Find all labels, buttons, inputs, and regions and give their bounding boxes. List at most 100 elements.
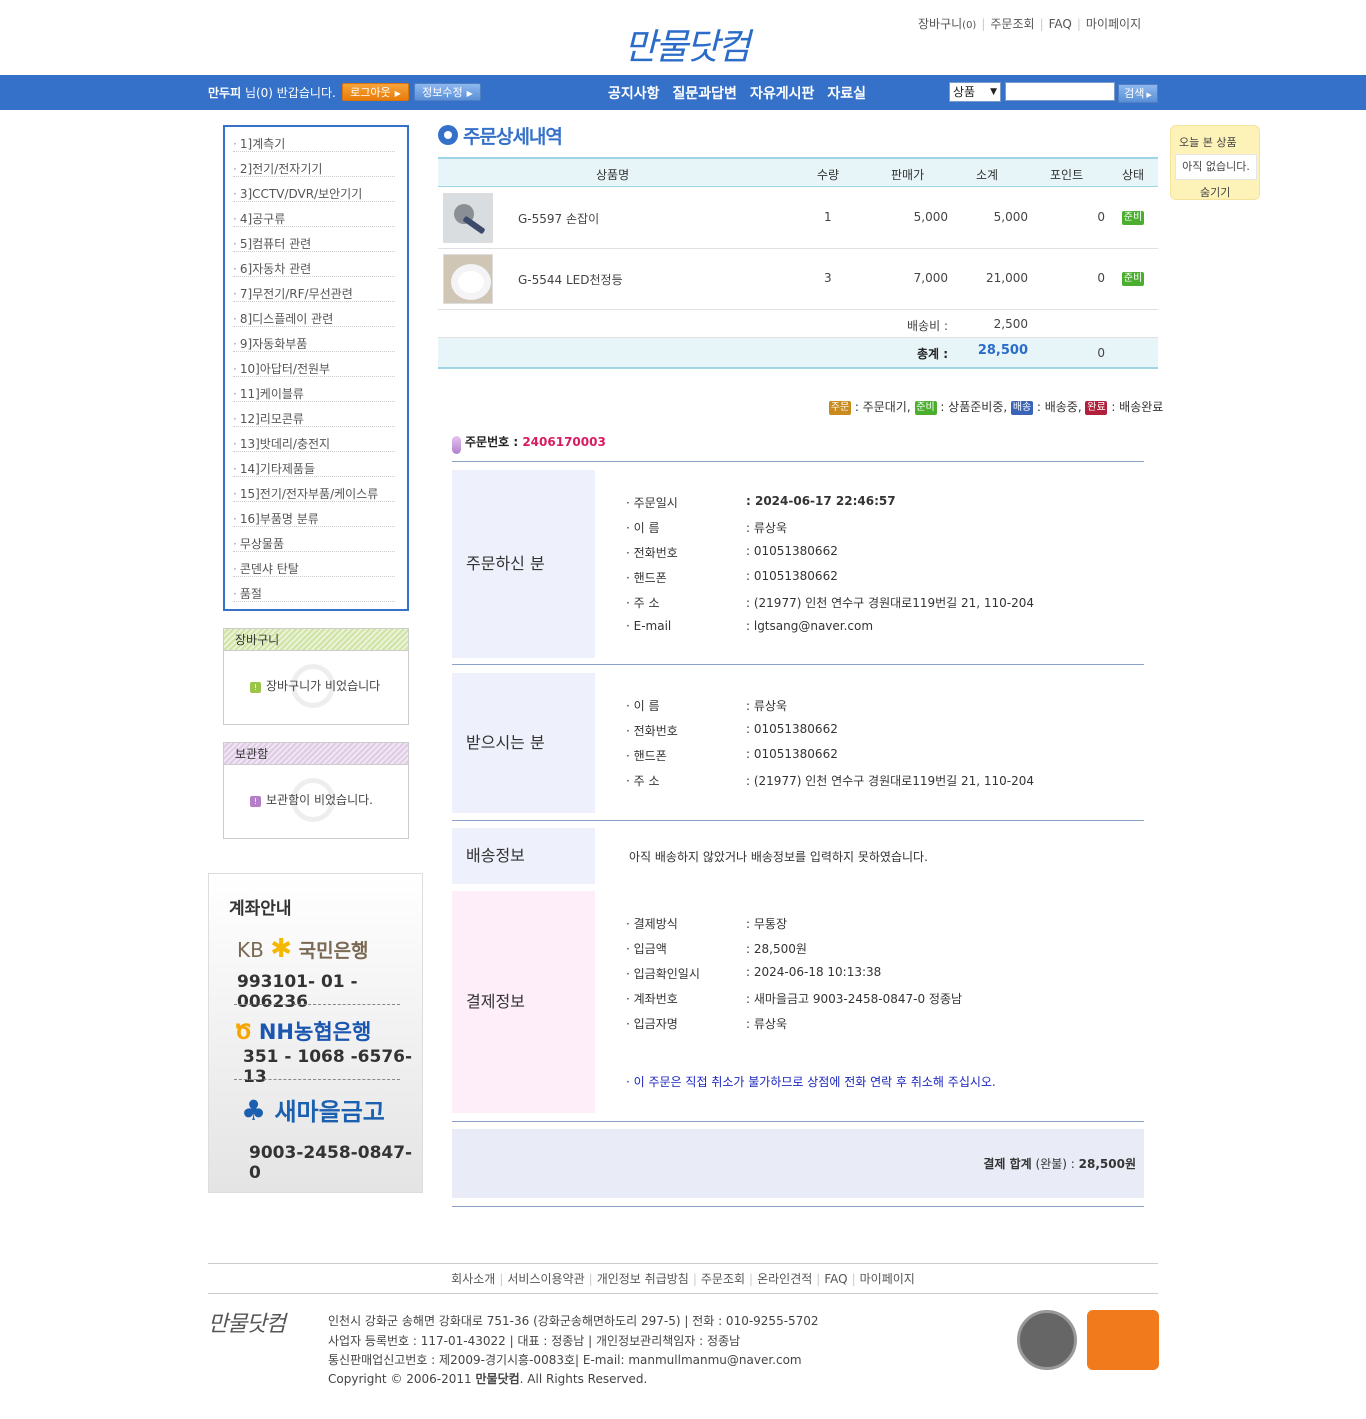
- divider: [234, 1079, 400, 1080]
- category-item[interactable]: · 9]자동화부품: [233, 327, 395, 352]
- footer-link[interactable]: 개인정보 취급방침: [597, 1272, 689, 1286]
- menu-archive[interactable]: 자료실: [827, 86, 866, 102]
- divider: [234, 1004, 400, 1005]
- menu-free-board[interactable]: 자유게시판: [750, 86, 814, 102]
- category-item[interactable]: · 3]CCTV/DVR/보안기기: [233, 177, 395, 202]
- mg-bank-logo: ♣ 새마을금고: [241, 1094, 385, 1127]
- price: 5,000: [913, 210, 948, 224]
- info-value: : 01051380662: [746, 722, 838, 736]
- payment-section: 결제정보 · 결제방식: 무통장 · 입금액: 28,500원 · 입금확인일시: …: [452, 891, 1144, 1113]
- footer-business-info: 사업자 등록번호 : 117-01-43022 | 대표 : 정종남 | 개인정…: [328, 1334, 741, 1348]
- footer-copyright: Copyright © 2006-2011 만물닷컴. All Rights R…: [328, 1372, 648, 1386]
- top-links: 장바구니(0) | 주문조회 | FAQ | 마이페이지: [918, 17, 1142, 31]
- hide-recently-viewed-button[interactable]: 숨기기: [1200, 184, 1230, 200]
- info-value: : (21977) 인천 연수구 경원대로119번길 21, 110-204: [746, 774, 1035, 788]
- recently-viewed-title: 오늘 본 상품: [1179, 136, 1237, 149]
- info-value: : 2024-06-18 10:13:38: [746, 965, 882, 979]
- category-item[interactable]: · 14]기타제품들: [233, 452, 395, 477]
- footer-link[interactable]: 온라인견적: [757, 1272, 812, 1286]
- info-key: · 결제방식: [626, 917, 678, 931]
- delivery-text: 아직 배송하지 않았거나 배송정보를 입력하지 못하였습니다.: [629, 850, 928, 864]
- product-thumbnail[interactable]: [443, 193, 493, 243]
- footer-logo: 만물닷컴: [208, 1312, 286, 1337]
- category-item[interactable]: · 16]부품명 분류: [233, 502, 395, 527]
- mg-account-number: 9003-2458-0847-0: [249, 1143, 413, 1183]
- navbar: 만두피 님(0) 반갑습니다. 로그아웃 ▶ 정보수정 ▶ 공지사항 질문과답변 자유게…: [0, 75, 1366, 110]
- site-logo[interactable]: 만물닷컴: [624, 18, 750, 70]
- info-key: · 핸드폰: [626, 571, 667, 585]
- category-item[interactable]: · 2]전기/전자기기: [233, 152, 395, 177]
- info-key: · 핸드폰: [626, 749, 667, 763]
- category-item[interactable]: · 무상물품: [233, 527, 395, 552]
- divider: [452, 1121, 1144, 1122]
- info-value: : 류상욱: [746, 699, 787, 713]
- category-item[interactable]: · 10]아답터/전원부: [233, 352, 395, 377]
- main-menu: 공지사항 질문과답변 자유게시판 자료실: [608, 83, 879, 103]
- search-input[interactable]: [1005, 82, 1115, 101]
- info-key: · 입금액: [626, 942, 667, 956]
- top-link-mypage[interactable]: 마이페이지: [1086, 17, 1141, 31]
- category-item[interactable]: · 4]공구류: [233, 202, 395, 227]
- footer-links: 회사소개 | 서비스이용약관 | 개인정보 취급방침 | 주문조회 | 온라인견적 | FAQ | 마이…: [208, 1263, 1158, 1294]
- category-item[interactable]: · 11]케이블류: [233, 377, 395, 402]
- top-link-order-lookup[interactable]: 주문조회: [990, 17, 1034, 31]
- edit-info-button[interactable]: 정보수정 ▶: [414, 83, 481, 101]
- category-item[interactable]: · 13]밧데리/충전지: [233, 427, 395, 452]
- category-item[interactable]: · 15]전기/전자부품/케이스류: [233, 477, 395, 502]
- category-item[interactable]: · 콘덴샤 탄탈: [233, 552, 395, 577]
- info-value: : 01051380662: [746, 544, 838, 558]
- subtotal: 5,000: [993, 210, 1028, 224]
- title-bullet-icon: [438, 125, 458, 145]
- chevron-down-icon: ▼: [990, 87, 997, 97]
- category-item[interactable]: · 5]컴퓨터 관련: [233, 227, 395, 252]
- footer-link[interactable]: 회사소개: [451, 1272, 495, 1286]
- user-greeting: 만두피 님(0) 반갑습니다.: [208, 86, 336, 100]
- info-value: : 류상욱: [746, 1017, 787, 1031]
- search-button[interactable]: 검색 ▶: [1118, 84, 1158, 103]
- footer-address: 인천시 강화군 송해면 강화대로 751-36 (강화군송해면하도리 297-5…: [328, 1314, 819, 1328]
- category-item[interactable]: · 8]디스플레이 관련: [233, 302, 395, 327]
- footer-link[interactable]: 서비스이용약관: [507, 1272, 584, 1286]
- column-header: 판매가: [891, 168, 925, 182]
- category-item[interactable]: · 품절: [233, 577, 395, 602]
- status-legend: 주문 : 주문대기, 준비 : 상품준비중, 배송 : 배송중, 완료 : 배송…: [829, 398, 1163, 415]
- cart-widget: 장바구니 ! 장바구니가 비었습니다: [223, 628, 409, 725]
- cart-empty-message: ! 장바구니가 비었습니다: [250, 677, 380, 694]
- product-name[interactable]: G-5597 손잡이: [518, 210, 599, 227]
- product-thumbnail[interactable]: [443, 254, 493, 304]
- orderer-section: 주문하신 분 · 주문일시: 2024-06-17 22:46:57 · 이 름:…: [452, 470, 1144, 658]
- footer-link[interactable]: FAQ: [824, 1272, 847, 1286]
- footer-link[interactable]: 주문조회: [701, 1272, 745, 1286]
- kb-escrow-seal-icon[interactable]: [1017, 1310, 1077, 1370]
- payment-total-text: 결제 합계 (완불) : 28,500원: [983, 1157, 1136, 1171]
- product-name[interactable]: G-5544 LED천정등: [518, 271, 623, 288]
- info-value: : 28,500원: [746, 942, 807, 956]
- cancel-notice: · 이 주문은 직접 취소가 불가하므로 상점에 전화 연락 후 취소해 주십시…: [626, 1075, 996, 1089]
- footer-link[interactable]: 마이페이지: [860, 1272, 915, 1286]
- top-link-faq[interactable]: FAQ: [1049, 17, 1072, 31]
- point: 0: [1097, 271, 1105, 285]
- info-icon: !: [250, 796, 261, 807]
- search-category-select[interactable]: 상품 ▼: [949, 82, 1001, 102]
- total-row: 총계 : 28,500 0: [438, 338, 1158, 369]
- category-item[interactable]: · 6]자동차 관련: [233, 252, 395, 277]
- category-item[interactable]: · 12]리모콘류: [233, 402, 395, 427]
- column-header: 소계: [976, 168, 999, 182]
- info-value: : lgtsang@naver.com: [746, 619, 874, 633]
- category-item[interactable]: · 7]무전기/RF/무선관련: [233, 277, 395, 302]
- shipping-fee-value: 2,500: [993, 317, 1028, 331]
- status-badge: 준비: [1122, 272, 1144, 286]
- cash-receipt-seal-icon[interactable]: [1087, 1310, 1159, 1370]
- subtotal: 21,000: [986, 271, 1028, 285]
- info-key: · 전화번호: [626, 724, 678, 738]
- quantity: 1: [824, 210, 832, 224]
- menu-notice[interactable]: 공지사항: [608, 86, 660, 102]
- divider: [452, 820, 1144, 821]
- legend-item: 주문 : 주문대기,: [829, 400, 911, 415]
- menu-qna[interactable]: 질문과답변: [673, 86, 737, 102]
- info-key: · 전화번호: [626, 546, 678, 560]
- top-link-cart[interactable]: 장바구니(0): [918, 17, 976, 31]
- receiver-label: 받으시는 분: [452, 673, 595, 813]
- category-item[interactable]: · 1]계측기: [233, 127, 395, 152]
- logout-button[interactable]: 로그아웃 ▶: [342, 83, 409, 101]
